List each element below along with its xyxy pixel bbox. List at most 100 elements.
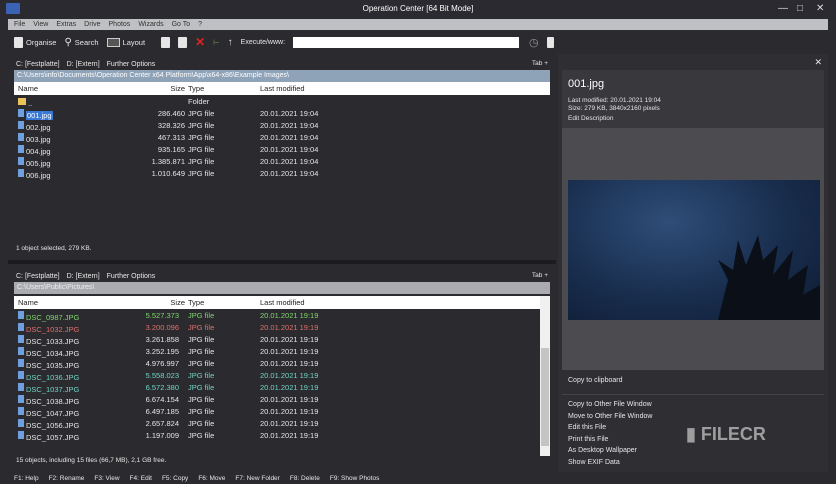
file-type: JPG file [188, 109, 215, 118]
drive-bar: C: [Festplatte] D: [Extern] Further Opti… [8, 270, 556, 282]
toolbar: Organise ⚲ Search Layout ✕ ⊢ ↑ Execute/ww… [8, 32, 828, 52]
file-row[interactable]: 003.jpg 467.313 JPG file 20.01.2021 19:0… [14, 131, 550, 144]
drive-d[interactable]: D: [Extern] [67, 273, 100, 280]
col-size[interactable]: Size [170, 84, 185, 93]
file-row[interactable]: 001.jpg 286.460 JPG file 20.01.2021 19:0… [14, 107, 550, 120]
fkey-move[interactable]: F6: Move [198, 475, 225, 482]
file-size: 286.460 [157, 109, 185, 118]
file-row[interactable]: DSC_1036.JPG 5.558.023 JPG file 20.01.20… [14, 369, 550, 382]
preview-image[interactable] [568, 180, 820, 320]
fkey-copy[interactable]: F5: Copy [162, 475, 188, 482]
up-arrow-icon[interactable]: ↑ [228, 37, 233, 48]
paste-icon[interactable] [178, 36, 188, 48]
new-folder-icon[interactable]: ⊢ [213, 38, 220, 47]
file-size: 6.497.185 [145, 407, 179, 416]
show-exif-link[interactable]: Show EXIF Data [568, 459, 620, 466]
menu-view[interactable]: View [33, 21, 48, 28]
copy-to-clipboard-link[interactable]: Copy to clipboard [568, 377, 622, 384]
file-row[interactable]: DSC_1035.JPG 4.976.997 JPG file 20.01.20… [14, 357, 550, 370]
layout-label: Layout [122, 37, 146, 47]
file-size: 467.313 [157, 133, 185, 142]
edit-file-link[interactable]: Edit this File [568, 424, 606, 431]
maximize-button[interactable]: □ [797, 3, 803, 14]
file-type: JPG file [188, 145, 215, 154]
file-row[interactable]: DSC_1033.JPG 3.261.858 JPG file 20.01.20… [14, 333, 550, 346]
further-options[interactable]: Further Options [107, 273, 156, 280]
organise-button[interactable]: Organise [14, 36, 56, 48]
file-name: DSC_1033.JPG [18, 335, 79, 346]
file-type: JPG file [188, 133, 215, 142]
menu-extras[interactable]: Extras [56, 21, 76, 28]
path-bar[interactable]: C:\Users\info\Documents\Operation Center… [14, 70, 550, 82]
file-row[interactable]: DSC_1047.JPG 6.497.185 JPG file 20.01.20… [14, 405, 550, 418]
menu-drive[interactable]: Drive [84, 21, 100, 28]
file-modified: 20.01.2021 19:04 [260, 157, 319, 166]
copy-icon[interactable] [161, 36, 171, 48]
minimize-button[interactable]: — [778, 3, 788, 14]
file-modified: 20.01.2021 19:19 [260, 323, 319, 332]
col-modified[interactable]: Last modified [260, 298, 305, 307]
move-to-other-window-link[interactable]: Move to Other File Window [568, 413, 652, 420]
watermark-logo: ▮ FILECR [686, 424, 766, 444]
fkey-delete[interactable]: F8: Delete [290, 475, 320, 482]
menu-photos[interactable]: Photos [109, 21, 131, 28]
pane-splitter[interactable] [8, 260, 556, 264]
file-row[interactable]: 006.jpg 1.010.649 JPG file 20.01.2021 19… [14, 167, 550, 180]
menu-file[interactable]: File [14, 21, 25, 28]
menu-help[interactable]: ? [198, 21, 202, 28]
search-button[interactable]: ⚲ Search [64, 37, 98, 48]
file-row[interactable]: DSC_1032.JPG 3.200.096 JPG file 20.01.20… [14, 321, 550, 334]
history-clock-icon[interactable]: ◷ [529, 36, 539, 49]
file-row[interactable]: DSC_1038.JPG 6.674.154 JPG file 20.01.20… [14, 393, 550, 406]
file-name: DSC_1035.JPG [18, 359, 79, 370]
col-type[interactable]: Type [188, 84, 204, 93]
col-name[interactable]: Name [18, 298, 38, 307]
file-row[interactable]: DSC_1034.JPG 3.252.195 JPG file 20.01.20… [14, 345, 550, 358]
menu-wizards[interactable]: Wizards [138, 21, 163, 28]
file-row[interactable]: 004.jpg 935.165 JPG file 20.01.2021 19:0… [14, 143, 550, 156]
further-options[interactable]: Further Options [107, 61, 156, 68]
path-bar[interactable]: C:\Users\Public\Pictures\ [14, 282, 550, 294]
close-button[interactable]: ✕ [816, 3, 824, 14]
drive-c[interactable]: C: [Festplatte] [16, 61, 60, 68]
page-icon[interactable] [546, 36, 554, 48]
fkey-new-folder[interactable]: F7: New Folder [235, 475, 279, 482]
tab-add-button[interactable]: Tab + [532, 60, 548, 67]
file-row[interactable]: DSC_1056.JPG 2.657.824 JPG file 20.01.20… [14, 417, 550, 430]
col-modified[interactable]: Last modified [260, 84, 305, 93]
file-modified: 20.01.2021 19:19 [260, 311, 319, 320]
file-icon [18, 133, 24, 141]
fkey-show-photos[interactable]: F9: Show Photos [330, 475, 380, 482]
fkey-edit[interactable]: F4: Edit [130, 475, 152, 482]
drive-d[interactable]: D: [Extern] [67, 61, 100, 68]
col-size[interactable]: Size [170, 298, 185, 307]
fkey-help[interactable]: F1: Help [14, 475, 39, 482]
file-row[interactable]: DSC_1037.JPG 6.572.380 JPG file 20.01.20… [14, 381, 550, 394]
column-header: Name Size Type Last modified [14, 82, 550, 95]
tab-add-button[interactable]: Tab + [532, 272, 548, 279]
edit-description-link[interactable]: Edit Description [568, 115, 614, 122]
drive-c[interactable]: C: [Festplatte] [16, 273, 60, 280]
delete-icon[interactable]: ✕ [195, 35, 205, 49]
menu-goto[interactable]: Go To [172, 21, 191, 28]
file-row[interactable]: DSC_1057.JPG 1.197.009 JPG file 20.01.20… [14, 429, 550, 442]
file-size: 935.165 [157, 145, 185, 154]
execute-input[interactable] [293, 36, 520, 48]
file-row[interactable]: .. Folder [14, 95, 550, 108]
col-name[interactable]: Name [18, 84, 38, 93]
layout-button[interactable]: Layout [106, 37, 146, 47]
fkey-rename[interactable]: F2: Rename [49, 475, 85, 482]
file-row[interactable]: 005.jpg 1.385.871 JPG file 20.01.2021 19… [14, 155, 550, 168]
close-preview-icon[interactable]: ✕ [814, 57, 822, 68]
copy-to-other-window-link[interactable]: Copy to Other File Window [568, 401, 652, 408]
print-file-link[interactable]: Print this File [568, 436, 608, 443]
file-size: 1.385.871 [151, 157, 185, 166]
file-row[interactable]: 002.jpg 328.326 JPG file 20.01.2021 19:0… [14, 119, 550, 132]
file-type: JPG file [188, 419, 215, 428]
search-label: Search [74, 37, 99, 47]
fkey-view[interactable]: F3: View [94, 475, 119, 482]
desktop-wallpaper-link[interactable]: As Desktop Wallpaper [568, 447, 637, 454]
col-type[interactable]: Type [188, 298, 204, 307]
file-modified: 20.01.2021 19:19 [260, 359, 319, 368]
file-row[interactable]: DSC_0987.JPG 5.527.373 JPG file 20.01.20… [14, 309, 550, 322]
